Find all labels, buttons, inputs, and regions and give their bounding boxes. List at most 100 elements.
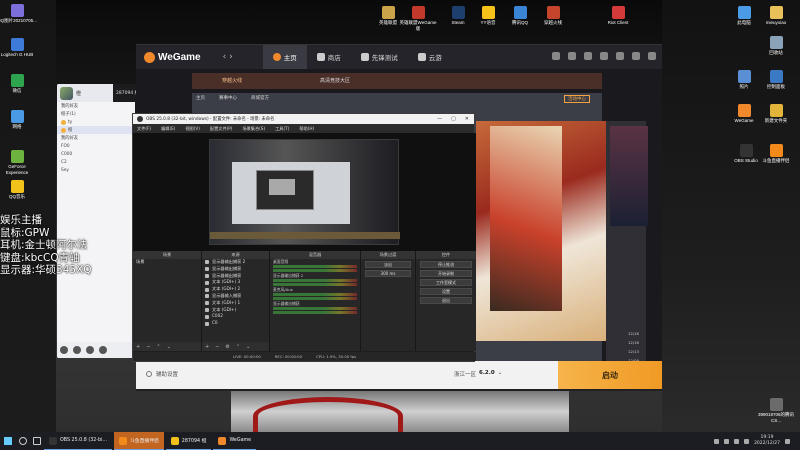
volume-icon[interactable] <box>734 438 740 444</box>
list-item[interactable]: C000 <box>57 150 135 158</box>
avatar[interactable] <box>584 52 592 60</box>
desktop-icon[interactable]: 斗鱼直播伴侣 <box>756 144 796 164</box>
menu-icon[interactable] <box>60 346 68 354</box>
chevron-up-icon[interactable]: ⌃ <box>236 344 240 350</box>
speaker-icon[interactable] <box>86 346 94 354</box>
tab-0[interactable]: 主页 <box>262 45 307 69</box>
avatar[interactable] <box>60 86 73 100</box>
nav-back-forward[interactable]: ‹ › <box>223 52 233 62</box>
source-item[interactable]: C002 <box>202 313 269 320</box>
list-item[interactable]: ty <box>57 118 135 126</box>
desktop-icon[interactable]: Riot Client <box>598 6 638 26</box>
launch-button[interactable]: 启动 <box>558 361 662 389</box>
list-item[interactable]: 我的好友 <box>57 102 135 110</box>
taskbar-app[interactable]: 287094 橙 <box>165 432 212 450</box>
menu-item[interactable]: 工具(T) <box>275 126 289 132</box>
list-item[interactable]: 橙子(1) <box>57 110 135 118</box>
source-item[interactable]: 显示器输入捕获 <box>202 293 269 300</box>
panel-tab[interactable]: 商城官方 <box>251 95 269 105</box>
desktop-icon[interactable]: 网络 <box>0 110 37 130</box>
desktop-icon[interactable]: 穿越火线 <box>533 6 573 26</box>
source-item[interactable]: 文本 (GDI+) 2 <box>202 286 269 293</box>
settings-icon[interactable] <box>99 346 107 354</box>
taskbar-app[interactable]: 斗鱼直播伴侣 <box>114 432 164 450</box>
game-poster[interactable] <box>490 126 562 311</box>
menu-item[interactable]: 场景集合(S) <box>242 126 265 132</box>
desktop-icon[interactable]: 控制面板 <box>756 70 796 90</box>
ime-icon[interactable] <box>744 438 750 444</box>
desktop-icon[interactable]: 英雄联盟WeGame版 <box>398 6 438 31</box>
list-item[interactable]: 橙 <box>57 126 135 134</box>
list-item[interactable]: Sey <box>57 166 135 174</box>
game-name[interactable]: 穿越火线 <box>222 77 242 84</box>
minimize-icon[interactable] <box>616 52 624 60</box>
desktop-icon[interactable]: 回收站 <box>756 36 796 56</box>
menu-item[interactable]: 编辑(E) <box>161 126 175 132</box>
chevron-down-icon[interactable]: ⌄ <box>167 344 171 350</box>
taskbar-app[interactable]: OBS 25.0.8 (32-bi... <box>44 432 112 450</box>
control-button[interactable]: 设置 <box>420 288 472 295</box>
source-item[interactable]: 显示器输出捕获 <box>202 266 269 273</box>
volume-meter[interactable] <box>273 279 357 282</box>
source-item[interactable]: C0 <box>202 320 269 327</box>
volume-meter[interactable] <box>273 297 357 300</box>
close-icon[interactable] <box>648 52 656 60</box>
panel-tab[interactable]: 主页 <box>196 95 205 105</box>
menu-item[interactable]: 配置文件(P) <box>210 126 233 132</box>
notification-icon[interactable] <box>785 438 790 444</box>
add-icon[interactable]: + <box>205 344 209 350</box>
maximize-icon[interactable] <box>632 52 640 60</box>
activity-center-button[interactable]: 活动中心 <box>564 95 590 103</box>
desktop-icon[interactable]: mieuyoiao <box>756 6 796 26</box>
volume-meter[interactable] <box>273 307 357 310</box>
gift-icon[interactable] <box>552 52 560 60</box>
remove-icon[interactable]: − <box>215 344 219 350</box>
control-button[interactable]: 退出 <box>420 297 472 304</box>
add-icon[interactable]: + <box>136 344 140 350</box>
desktop-icon[interactable]: GeForce Experience <box>0 150 37 175</box>
panel-tab[interactable]: 赛事中心 <box>219 95 237 105</box>
desktop-icon[interactable]: 399019706的腾讯CS... <box>756 398 796 423</box>
desktop-icon[interactable]: QQ音乐 <box>0 180 37 200</box>
chevron-down-icon[interactable]: ⌄ <box>246 344 250 350</box>
transition-select[interactable]: 淡出 <box>365 261 411 268</box>
menu-item[interactable]: 文件(F) <box>137 126 151 132</box>
tab-1[interactable]: 商店 <box>307 45 351 69</box>
scene-item[interactable]: 场景 <box>133 259 201 266</box>
remove-icon[interactable]: − <box>146 344 150 350</box>
tab-2[interactable]: 先锋测试 <box>351 45 408 69</box>
close-icon[interactable]: ✕ <box>465 116 469 122</box>
search-button[interactable] <box>16 432 30 450</box>
control-button[interactable]: 开始录制 <box>420 270 472 277</box>
clock[interactable]: 19:19 2022/12/27 <box>754 435 780 447</box>
chevron-up-icon[interactable]: ⌃ <box>156 344 160 350</box>
list-item[interactable]: C2 <box>57 158 135 166</box>
task-view-button[interactable] <box>30 432 44 450</box>
desktop-icon[interactable]: Logitech G HUB <box>0 38 37 58</box>
control-button[interactable]: 工作室模式 <box>420 279 472 286</box>
network-icon[interactable] <box>724 438 730 444</box>
region-selector[interactable]: 浙江一区 6.2.0 ⌄ <box>454 370 502 378</box>
menu-icon[interactable] <box>600 52 608 60</box>
desktop-icon[interactable]: 微信 <box>0 74 37 94</box>
volume-meter[interactable] <box>273 283 357 286</box>
control-button[interactable]: 停止推流 <box>420 261 472 268</box>
transition-duration[interactable]: 300 ms <box>365 270 411 277</box>
minimize-icon[interactable]: — <box>437 116 442 122</box>
menu-item[interactable]: 视图(V) <box>185 126 200 132</box>
list-item[interactable]: FO0 <box>57 142 135 150</box>
maximize-icon[interactable]: ▢ <box>451 116 456 122</box>
source-item[interactable]: 显示器输出捕获 2 <box>202 259 269 266</box>
assist-settings[interactable]: 辅助设置 <box>146 370 178 378</box>
start-button[interactable] <box>0 432 16 450</box>
list-item[interactable]: 我的好友 <box>57 134 135 142</box>
volume-meter[interactable] <box>273 265 357 268</box>
mic-icon[interactable] <box>73 346 81 354</box>
server-name[interactable]: 高清竞技大区 <box>320 77 350 84</box>
menu-item[interactable]: 帮助(H) <box>299 126 314 132</box>
obs-preview[interactable] <box>133 133 476 251</box>
chevron-up-icon[interactable] <box>714 438 720 444</box>
source-item[interactable]: 文本 (GDI+) 1 <box>202 300 269 307</box>
volume-meter[interactable] <box>273 269 357 272</box>
gear-icon[interactable]: ⚙ <box>225 344 229 350</box>
